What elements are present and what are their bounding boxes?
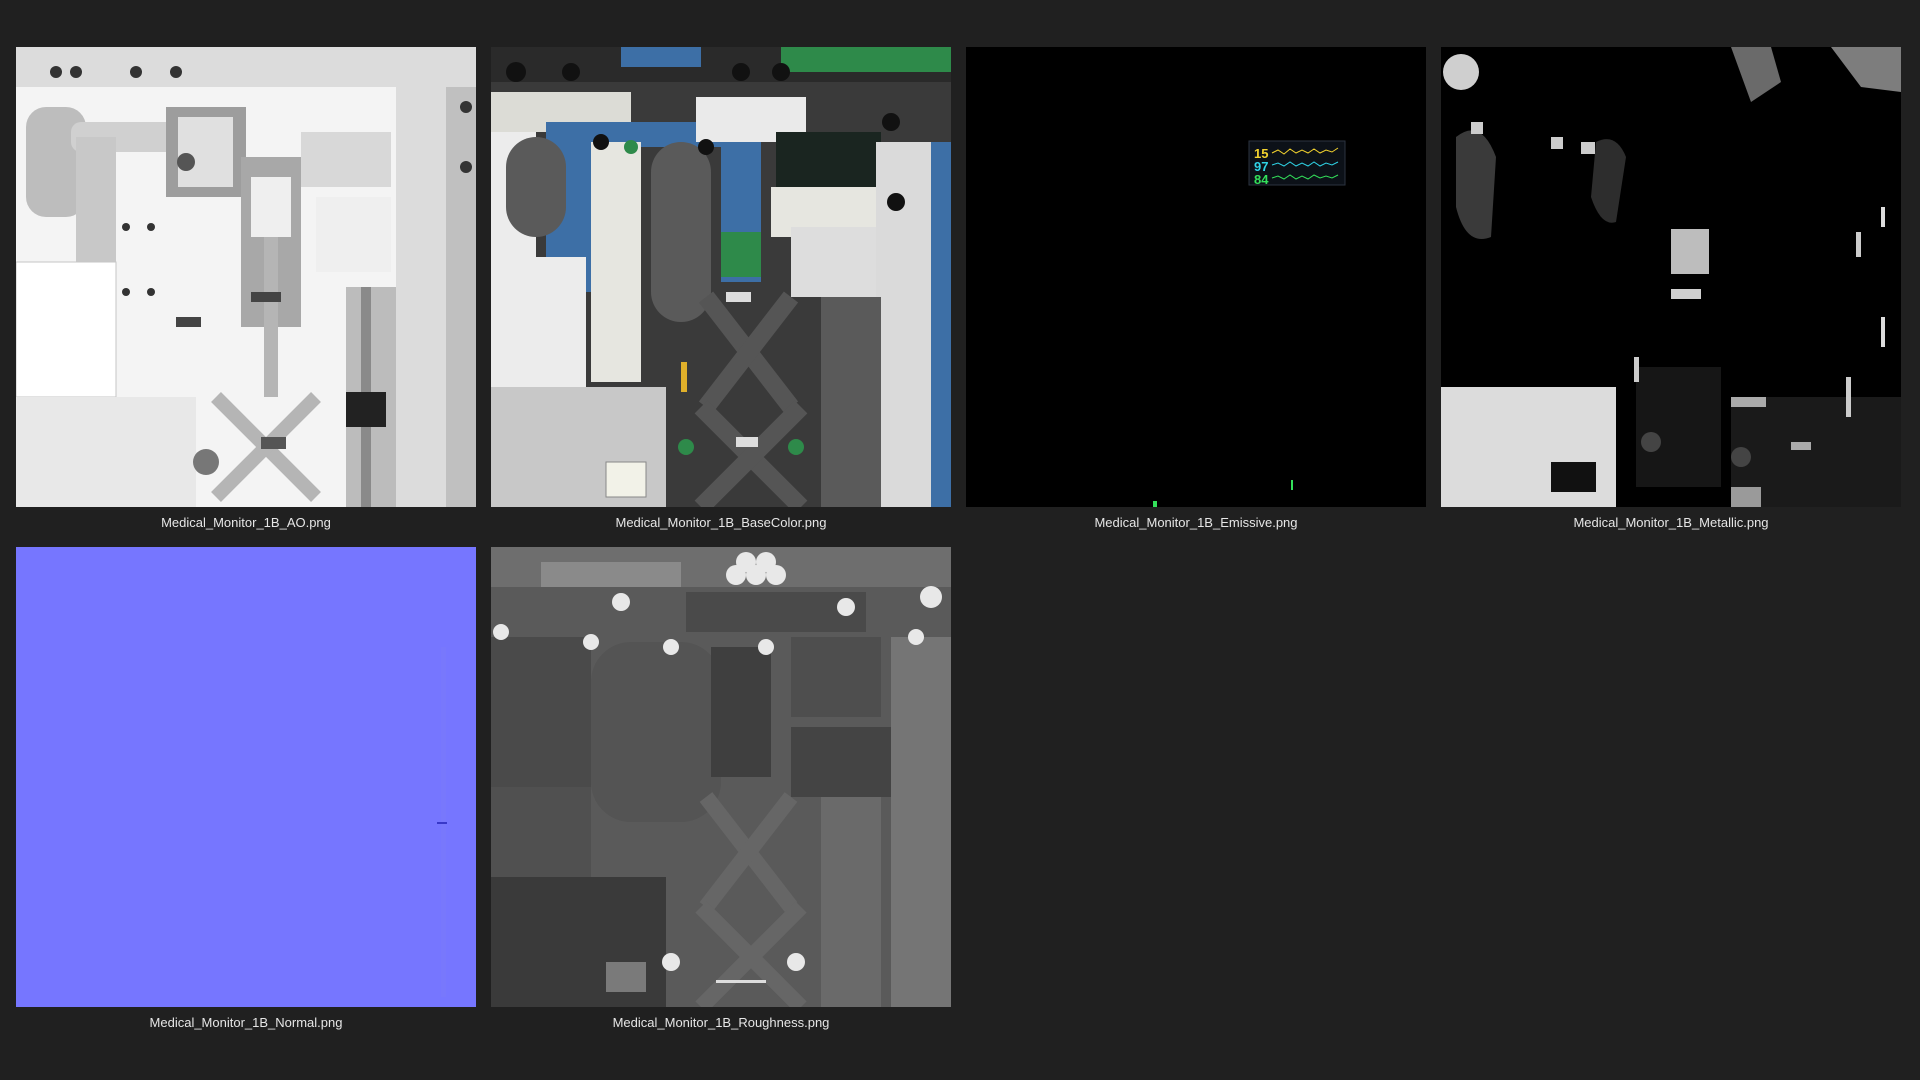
file-tile[interactable]: Medical_Monitor_1B_Metallic.png bbox=[1441, 47, 1901, 531]
basecolor-map-thumbnail[interactable] bbox=[491, 47, 951, 507]
emissive-reading: 84 bbox=[1254, 172, 1269, 187]
file-tile[interactable]: Medical_Monitor_1B_BaseColor.png bbox=[491, 47, 951, 531]
basecolor-map-image bbox=[491, 47, 951, 507]
file-tile[interactable]: 15 97 84 Medical_Monitor_1B_Emissive.png bbox=[966, 47, 1426, 531]
texture-thumbnail-grid: Medical_Monitor_1B_AO.png Medical_Monito… bbox=[0, 0, 1920, 1080]
file-name: Medical_Monitor_1B_Metallic.png bbox=[1573, 515, 1769, 530]
normal-map-thumbnail[interactable] bbox=[16, 547, 476, 1007]
ao-map-thumbnail[interactable] bbox=[16, 47, 476, 507]
file-name: Medical_Monitor_1B_BaseColor.png bbox=[615, 515, 827, 530]
roughness-map-thumbnail[interactable] bbox=[491, 547, 951, 1007]
emissive-map-image: 15 97 84 bbox=[966, 47, 1426, 507]
emissive-map-thumbnail[interactable]: 15 97 84 bbox=[966, 47, 1426, 507]
metallic-map-image bbox=[1441, 47, 1901, 507]
file-tile[interactable]: Medical_Monitor_1B_AO.png bbox=[16, 47, 476, 531]
file-name: Medical_Monitor_1B_Normal.png bbox=[149, 1015, 343, 1030]
normal-map-image bbox=[16, 547, 476, 1007]
file-tile[interactable]: Medical_Monitor_1B_Normal.png bbox=[16, 547, 476, 1031]
file-name: Medical_Monitor_1B_Roughness.png bbox=[612, 1015, 830, 1030]
ao-map-image bbox=[16, 47, 476, 507]
metallic-map-thumbnail[interactable] bbox=[1441, 47, 1901, 507]
roughness-map-image bbox=[491, 547, 951, 1007]
file-name: Medical_Monitor_1B_AO.png bbox=[161, 515, 331, 530]
file-name: Medical_Monitor_1B_Emissive.png bbox=[1094, 515, 1298, 530]
file-tile[interactable]: Medical_Monitor_1B_Roughness.png bbox=[491, 547, 951, 1031]
